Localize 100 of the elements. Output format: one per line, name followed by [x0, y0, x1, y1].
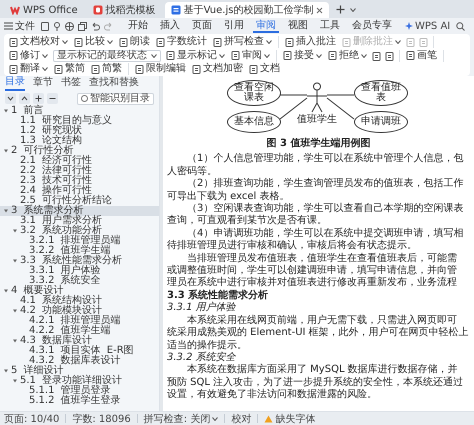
- remove-level-button[interactable]: [47, 93, 58, 104]
- toc-item[interactable]: 3.2.1 排班管理员端: [0, 236, 159, 246]
- close-icon[interactable]: [316, 6, 324, 14]
- collapse-arrow-icon[interactable]: [4, 109, 8, 113]
- toolbar-button[interactable]: 审阅: [230, 50, 271, 62]
- panel-tab[interactable]: 目录: [5, 76, 25, 91]
- window-tab[interactable]: 找稻壳模板: [86, 2, 162, 18]
- smart-toc-toggle[interactable]: 智能识别目录: [77, 92, 154, 104]
- toolbar-button[interactable]: 拼写检查: [212, 36, 273, 48]
- toolbar-button[interactable]: 文档: [248, 63, 281, 76]
- expand-button[interactable]: [19, 93, 30, 104]
- toolbar-button[interactable]: 修订: [8, 50, 49, 62]
- ribbon-tab[interactable]: 工具: [317, 19, 343, 33]
- collapse-arrow-icon[interactable]: [13, 339, 17, 343]
- toc-item[interactable]: 2.4 操作可行性: [0, 186, 159, 196]
- toolbar-button[interactable]: 朗读: [118, 36, 151, 48]
- toc-item[interactable]: 1 前言: [0, 106, 159, 116]
- ribbon-tab[interactable]: 插入: [157, 19, 183, 33]
- collapse-arrow-icon[interactable]: [4, 289, 8, 293]
- page-icon[interactable]: [41, 22, 49, 30]
- toolbar-button[interactable]: 文档加密: [191, 63, 244, 76]
- toc-item[interactable]: 5.1.1 管理员登录: [0, 386, 159, 396]
- toc-item[interactable]: 3.2.2 值班学生端: [0, 246, 159, 256]
- toc-item[interactable]: 3.3 系统性能需求分析: [0, 256, 159, 266]
- copy-icon[interactable]: [78, 22, 87, 30]
- toc-item[interactable]: 4.2.1 排班管理员端: [0, 316, 159, 326]
- toolbar-button[interactable]: 限制编辑: [134, 63, 187, 76]
- ribbon-tab[interactable]: 引用: [221, 19, 247, 33]
- proofread-button[interactable]: 校对: [231, 412, 252, 425]
- search-icon[interactable]: [456, 22, 466, 30]
- toolbar-button[interactable]: 插入批注: [284, 36, 337, 48]
- toolbar-button[interactable]: 繁简: [53, 63, 86, 76]
- plus-icon[interactable]: [336, 5, 346, 14]
- toc-item[interactable]: 4 概要设计: [0, 286, 159, 296]
- toc-item[interactable]: 2.1 经济可行性: [0, 156, 159, 166]
- page-icon[interactable]: [385, 52, 394, 60]
- toc-item[interactable]: 5.1.2 值班学生登录: [0, 396, 159, 406]
- file-menu[interactable]: 文件: [4, 19, 35, 33]
- toc-item[interactable]: 5 详细设计: [0, 366, 159, 376]
- toc-item[interactable]: 4.2.2 值班学生端: [0, 326, 159, 336]
- markup-dropdown[interactable]: 显示标记的最终状态: [53, 50, 161, 62]
- word-count[interactable]: 字数: 18096: [72, 412, 131, 425]
- panel-tab[interactable]: 书签: [61, 77, 81, 90]
- use-case: 查看空闲课表: [227, 80, 281, 106]
- toolbar-button[interactable]: 翻译: [8, 63, 49, 76]
- collapse-arrow-icon[interactable]: [13, 259, 17, 263]
- toc-item[interactable]: 3.3.2 系统安全: [0, 276, 159, 286]
- ribbon-tab[interactable]: 开始: [125, 19, 151, 33]
- spell-check-dropdown[interactable]: 拼写检查: 关闭: [144, 412, 218, 425]
- toc-item[interactable]: 4.2 功能模块设计: [0, 306, 159, 316]
- ai-button[interactable]: WPS AI: [405, 20, 450, 32]
- pin-icon[interactable]: [53, 22, 61, 30]
- toolbar-button[interactable]: 字数统计: [155, 36, 208, 48]
- collapse-button[interactable]: [5, 93, 16, 104]
- ribbon-tab[interactable]: 视图: [285, 19, 311, 33]
- toolbar-button[interactable]: 文档校对: [8, 36, 69, 48]
- panel-tab[interactable]: 查找和替换: [89, 77, 139, 90]
- collapse-arrow-icon[interactable]: [13, 309, 17, 313]
- collapse-arrow-icon[interactable]: [4, 149, 8, 153]
- toolbar-button[interactable]: 简繁: [90, 63, 123, 76]
- text-line: （3）空闲课表查询功能，学生可以查看自己本学期的空闲课表: [186, 203, 464, 214]
- toc-item[interactable]: 4.3.1 项目实体 E-R图: [0, 346, 159, 356]
- toolbar-button[interactable]: 拒绝: [327, 50, 368, 62]
- toc-item[interactable]: 5.1 登录功能详细设计: [0, 376, 159, 386]
- missing-fonts-button[interactable]: 缺失字体: [264, 412, 316, 425]
- toolbar-button[interactable]: 画笔: [405, 50, 438, 62]
- toolbar-button[interactable]: 接受: [282, 50, 323, 62]
- toc-item[interactable]: 2 可行性分析: [0, 146, 159, 156]
- toc-item[interactable]: 1.1 研究目的与意义: [0, 116, 159, 126]
- ribbon-tab[interactable]: 页面: [189, 19, 215, 33]
- toc-item[interactable]: 4.3.2 数据库表设计: [0, 356, 159, 366]
- ribbon-tab[interactable]: 会员专享: [349, 19, 395, 33]
- toc-item[interactable]: 4.3 数据库设计: [0, 336, 159, 346]
- toc-item[interactable]: 1.3 论文结构: [0, 136, 159, 146]
- toc-item[interactable]: 2.3 技术可行性: [0, 176, 159, 186]
- undo-icon[interactable]: [91, 22, 100, 30]
- page-count: 页面: 10/40: [4, 412, 60, 425]
- text-line: 理员在系统中进行审核并对值班表进行修改再重新发布，业务流程: [167, 277, 457, 290]
- window-tab[interactable]: 基于Vue.js的校园勤工俭学制: [164, 2, 330, 18]
- collapse-arrow-icon[interactable]: [13, 229, 17, 233]
- toc-item[interactable]: 4.1 系统结构设计: [0, 296, 159, 306]
- toc-item[interactable]: 2.2 法律可行性: [0, 166, 159, 176]
- window-tab[interactable]: WPS Office: [4, 2, 84, 18]
- caret-icon: [42, 67, 48, 72]
- add-level-button[interactable]: [33, 93, 44, 104]
- collapse-arrow-icon[interactable]: [13, 379, 17, 383]
- toc-item[interactable]: 3.1 用户需求分析: [0, 216, 159, 226]
- panel-tab[interactable]: 章节: [33, 77, 53, 90]
- toolbar-button[interactable]: 显示标记: [165, 50, 226, 62]
- toc-item[interactable]: 1.2 研究现状: [0, 126, 159, 136]
- collapse-arrow-icon[interactable]: [4, 369, 8, 373]
- section-heading: 3.3 系统性能需求分析: [167, 290, 268, 302]
- toc-item[interactable]: 3.3.1 用户体验: [0, 266, 159, 276]
- toc-item[interactable]: 2.5 可行性分析结论: [0, 196, 159, 206]
- toolbar-button[interactable]: 比较: [73, 36, 114, 48]
- collapse-arrow-icon[interactable]: [4, 209, 8, 213]
- toc-item[interactable]: 3 系统需求分析: [0, 206, 159, 216]
- globe-icon[interactable]: [65, 22, 74, 30]
- page-icon[interactable]: [372, 52, 381, 60]
- toc-item[interactable]: 3.2 系统功能分析: [0, 226, 159, 236]
